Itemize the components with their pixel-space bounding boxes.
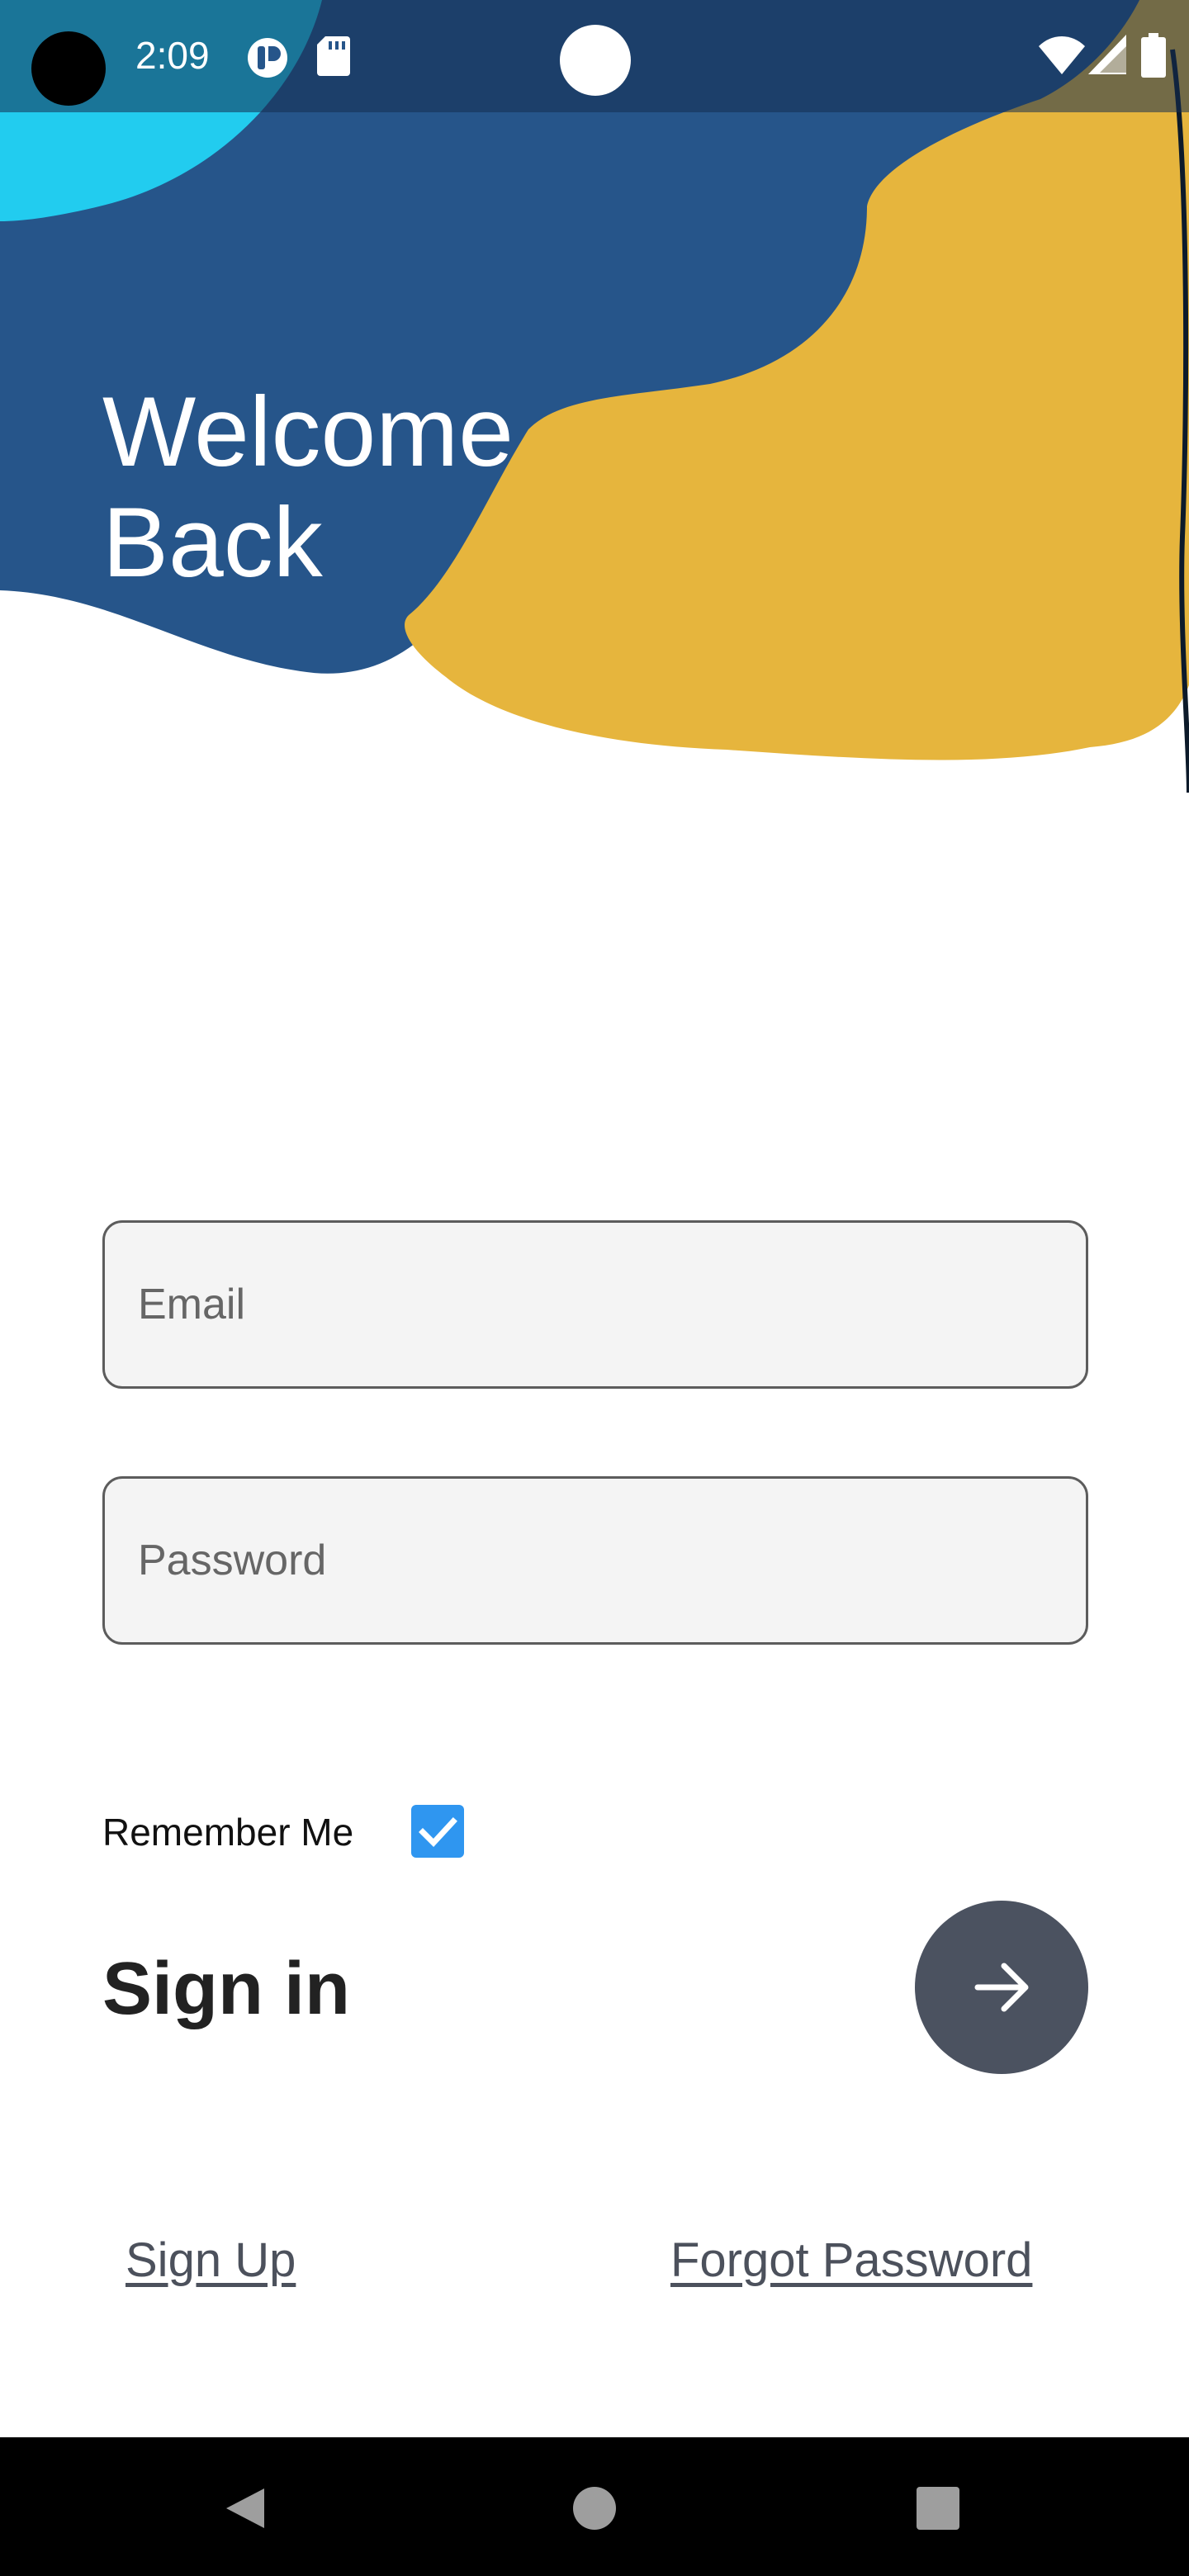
- status-time: 2:09: [135, 34, 210, 77]
- recents-icon[interactable]: [917, 2487, 959, 2530]
- sign-in-button[interactable]: [915, 1901, 1088, 2074]
- wifi-icon: [1039, 36, 1085, 74]
- center-camera-cutout: [560, 25, 631, 96]
- arrow-right-icon: [974, 1963, 1029, 2012]
- welcome-title: Welcome Back: [102, 376, 514, 598]
- forgot-password-link[interactable]: Forgot Password: [670, 2233, 1032, 2288]
- back-icon[interactable]: [223, 2485, 269, 2531]
- battery-icon: [1141, 33, 1166, 78]
- app-notification-icon: [248, 38, 287, 78]
- check-icon: [419, 1817, 457, 1848]
- signal-icon: [1088, 35, 1126, 74]
- home-icon[interactable]: [572, 2486, 617, 2531]
- front-camera-cutout: [31, 31, 106, 106]
- welcome-title-line1: Welcome: [102, 376, 514, 487]
- password-field[interactable]: [102, 1476, 1088, 1645]
- login-screen: 2:09 Welcome Back Remember Me: [0, 0, 1189, 2576]
- email-input[interactable]: [105, 1223, 1086, 1386]
- sign-up-link[interactable]: Sign Up: [126, 2233, 296, 2288]
- sd-card-icon: [317, 36, 350, 76]
- sign-in-label: Sign in: [102, 1948, 350, 2030]
- navigation-bar: [0, 2437, 1189, 2576]
- welcome-title-line2: Back: [102, 487, 323, 598]
- password-input[interactable]: [105, 1479, 1086, 1642]
- email-field[interactable]: [102, 1220, 1088, 1389]
- remember-me-checkbox[interactable]: [411, 1805, 464, 1858]
- remember-me-label: Remember Me: [102, 1811, 354, 1854]
